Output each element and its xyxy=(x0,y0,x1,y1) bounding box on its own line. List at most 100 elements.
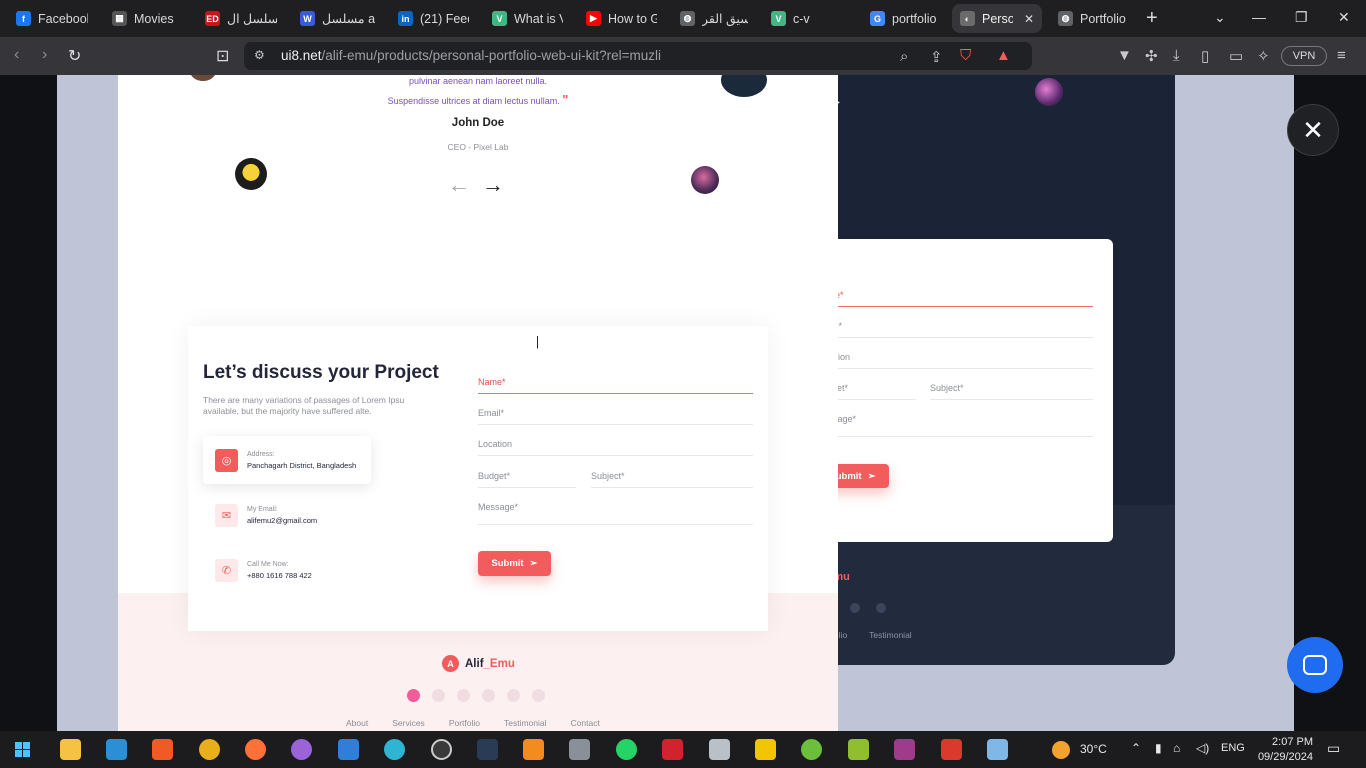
dark-footer-link[interactable]: Testimonial xyxy=(869,630,912,640)
leo-ai-icon[interactable]: ✧ xyxy=(1257,47,1270,65)
share-icon[interactable]: ⇪ xyxy=(930,48,943,66)
name-field[interactable]: Name* xyxy=(478,377,753,394)
prev-arrow[interactable]: ← xyxy=(448,172,470,197)
bookmark-icon[interactable]: ⊡ xyxy=(216,46,229,66)
tab-search-icon[interactable]: ⌄ xyxy=(1214,9,1226,26)
weather-icon[interactable] xyxy=(1052,741,1070,759)
notifications-icon[interactable]: ▭ xyxy=(1327,740,1340,757)
lambda-icon[interactable] xyxy=(848,739,869,760)
app-icon[interactable] xyxy=(709,739,730,760)
forward-icon[interactable]: › xyxy=(42,46,47,64)
email-field[interactable]: Email* xyxy=(478,408,753,425)
facebook-icon[interactable] xyxy=(850,603,860,613)
menu-icon[interactable]: ≡ xyxy=(1337,47,1346,64)
start-icon[interactable] xyxy=(15,742,30,757)
footer-link-portfolio[interactable]: Portfolio xyxy=(449,718,480,728)
address-bar[interactable]: ⚙ ui8.net/alif-emu/products/personal-por… xyxy=(244,42,1032,70)
tab-close-icon[interactable]: ✕ xyxy=(1024,12,1034,26)
vlc-icon[interactable] xyxy=(523,739,544,760)
davinci-icon[interactable] xyxy=(477,739,498,760)
dark-name-field[interactable]: Name* xyxy=(816,290,1093,307)
browser-tab[interactable]: Gportfolio xyxy=(862,4,950,33)
temperature[interactable]: 30°C xyxy=(1080,742,1107,756)
close-window-icon[interactable]: ✕ xyxy=(1338,9,1350,26)
url-text[interactable]: ui8.net/alif-emu/products/personal-portf… xyxy=(281,48,661,63)
clock[interactable]: 2:07 PM 09/29/2024 xyxy=(1255,735,1313,765)
brave-rewards-icon[interactable]: ▲ xyxy=(996,47,1011,64)
location-field[interactable]: Location xyxy=(478,439,753,456)
browser-tab[interactable]: ED مسلسل ال xyxy=(197,4,285,33)
tray-overflow-icon[interactable]: ⌃ xyxy=(1131,741,1141,755)
app-icon[interactable] xyxy=(801,739,822,760)
browser-tab[interactable]: Vc-v xyxy=(763,4,855,33)
dark-message-field[interactable]: Message* xyxy=(816,414,1093,437)
language-indicator[interactable]: ENG xyxy=(1221,742,1245,754)
chrome-icon[interactable] xyxy=(199,739,220,760)
browser-tab[interactable]: f Facebook xyxy=(8,4,96,33)
browser-tab[interactable]: W مسلسل ad xyxy=(292,4,383,33)
notepad-icon[interactable] xyxy=(987,739,1008,760)
browser-tab[interactable]: ▦ Movies xyxy=(104,4,190,33)
dribbble-icon[interactable] xyxy=(407,689,420,702)
app-icon[interactable] xyxy=(941,739,962,760)
obs-icon[interactable] xyxy=(431,739,452,760)
volume-icon[interactable]: ◁) xyxy=(1196,741,1209,755)
dark-subject-field[interactable]: Subject* xyxy=(930,383,1093,400)
info-value[interactable]: alifemu2@gmail.com xyxy=(247,516,317,525)
message-field[interactable]: Message* xyxy=(478,502,753,525)
winrar-icon[interactable] xyxy=(894,739,915,760)
footer-link-contact[interactable]: Contact xyxy=(571,718,600,728)
browser-tab[interactable]: V What is Vu xyxy=(484,4,571,33)
brave-icon[interactable] xyxy=(152,739,173,760)
edge-icon[interactable] xyxy=(384,739,405,760)
brave-shield-icon[interactable]: ⛉ xyxy=(960,47,971,64)
linkedin-icon[interactable] xyxy=(457,689,470,702)
footer-link-services[interactable]: Services xyxy=(392,718,425,728)
browser-tab[interactable]: in (21) Feed xyxy=(390,4,477,33)
next-arrow[interactable]: → xyxy=(482,172,504,197)
back-icon[interactable]: ‹ xyxy=(14,46,19,64)
network-icon[interactable]: ⌂ xyxy=(1173,741,1180,755)
browser-tab[interactable]: ▶ How to G xyxy=(578,4,665,33)
instagram-icon[interactable] xyxy=(532,689,545,702)
extensions-icon[interactable]: ✣ xyxy=(1145,47,1158,65)
brave-wallet-icon[interactable]: ▼ xyxy=(1117,47,1132,64)
maximize-icon[interactable]: ❐ xyxy=(1295,9,1308,26)
amd-icon[interactable] xyxy=(662,739,683,760)
site-settings-icon[interactable]: ⚙ xyxy=(254,48,265,62)
subject-field[interactable]: Subject* xyxy=(591,471,753,488)
submit-button[interactable]: Submit ➢ xyxy=(478,551,551,576)
dark-email-field[interactable]: Email* xyxy=(816,321,1093,338)
browser-tab[interactable]: ◍ Portfolio xyxy=(1050,4,1137,33)
info-value[interactable]: +880 1616 788 422 xyxy=(247,571,312,580)
reload-icon[interactable]: ↻ xyxy=(68,46,81,66)
chat-widget-button[interactable] xyxy=(1287,637,1343,693)
close-preview-button[interactable]: ✕ xyxy=(1287,104,1339,156)
mail-icon[interactable] xyxy=(338,739,359,760)
minimize-icon[interactable]: — xyxy=(1252,9,1266,25)
twitter-icon[interactable] xyxy=(482,689,495,702)
app-icon[interactable] xyxy=(569,739,590,760)
dark-location-field[interactable]: Location xyxy=(816,352,1093,369)
facebook-icon[interactable] xyxy=(507,689,520,702)
behance-icon[interactable] xyxy=(432,689,445,702)
browser-tab[interactable]: ◍ تنسيق القر xyxy=(672,4,756,33)
instagram-icon[interactable] xyxy=(876,603,886,613)
vpn-button[interactable]: VPN xyxy=(1281,46,1327,66)
zoom-icon[interactable]: ⌕ xyxy=(900,48,908,65)
battery-icon[interactable]: ▮ xyxy=(1155,741,1162,755)
file-explorer-icon[interactable] xyxy=(60,739,81,760)
sidebar-icon[interactable]: ▯ xyxy=(1201,47,1209,65)
vscode-icon[interactable] xyxy=(106,739,127,760)
whatsapp-icon[interactable] xyxy=(616,739,637,760)
firefox-icon[interactable] xyxy=(245,739,266,760)
downloads-icon[interactable]: ⤓ xyxy=(1173,47,1180,64)
browser-tab[interactable]: ◐ Perso ✕ xyxy=(952,4,1042,33)
footer-link-about[interactable]: About xyxy=(346,718,368,728)
footer-link-testimonial[interactable]: Testimonial xyxy=(504,718,547,728)
footer-logo[interactable]: A Alif_Emu xyxy=(442,655,515,672)
github-desktop-icon[interactable] xyxy=(291,739,312,760)
typora-icon[interactable] xyxy=(755,739,776,760)
budget-field[interactable]: Budget* xyxy=(478,471,576,488)
new-tab-icon[interactable]: + xyxy=(1146,8,1158,28)
